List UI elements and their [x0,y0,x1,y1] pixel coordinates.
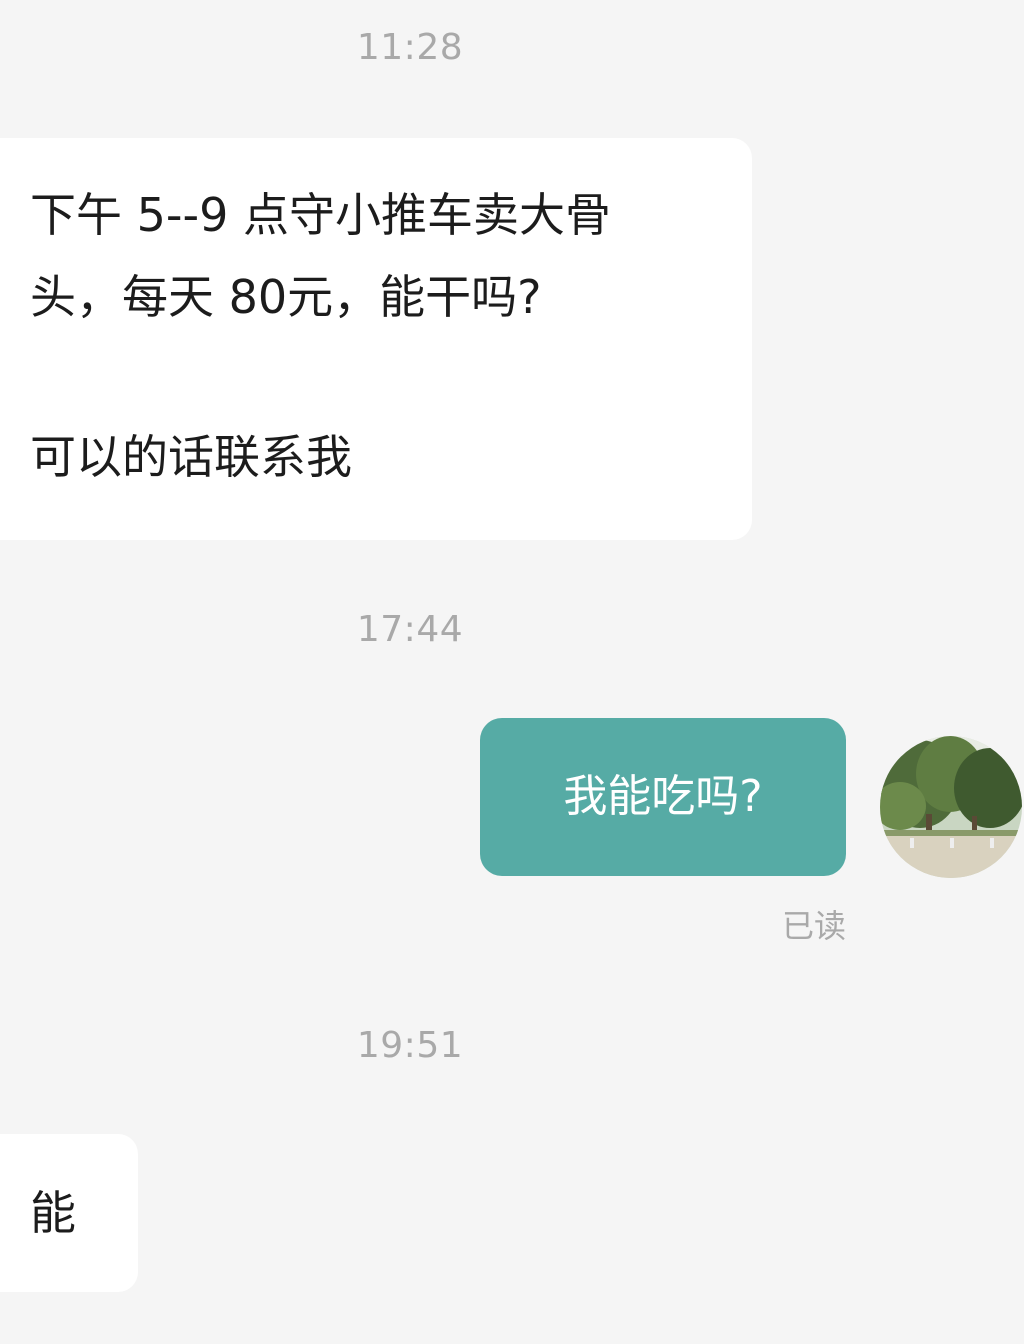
avatar-image [880,736,1022,878]
message-text: 能 [30,1186,76,1240]
read-status: 已读 [781,907,846,945]
message-text-line: 可以的话联系我 [30,430,352,484]
incoming-message-bubble[interactable]: 下午 5--9 点守小推车卖大骨 头，每天 80元，能干吗? 可以的话联系我 [0,138,752,540]
message-text-line: 下午 5--9 点守小推车卖大骨 [30,188,611,242]
timestamp: 17:44 [356,609,464,650]
timestamp: 19:51 [356,1025,464,1066]
chat-thread: 11:28 下午 5--9 点守小推车卖大骨 头，每天 80元，能干吗? 可以的… [0,0,1024,1344]
incoming-message-bubble[interactable]: 能 [0,1134,138,1292]
timestamp: 11:28 [356,27,464,68]
outgoing-message-bubble[interactable]: 我能吃吗? [480,718,846,876]
message-text-line: 头，每天 80元，能干吗? [30,270,542,324]
message-text: 我能吃吗? [563,771,763,822]
avatar[interactable] [880,736,1022,878]
